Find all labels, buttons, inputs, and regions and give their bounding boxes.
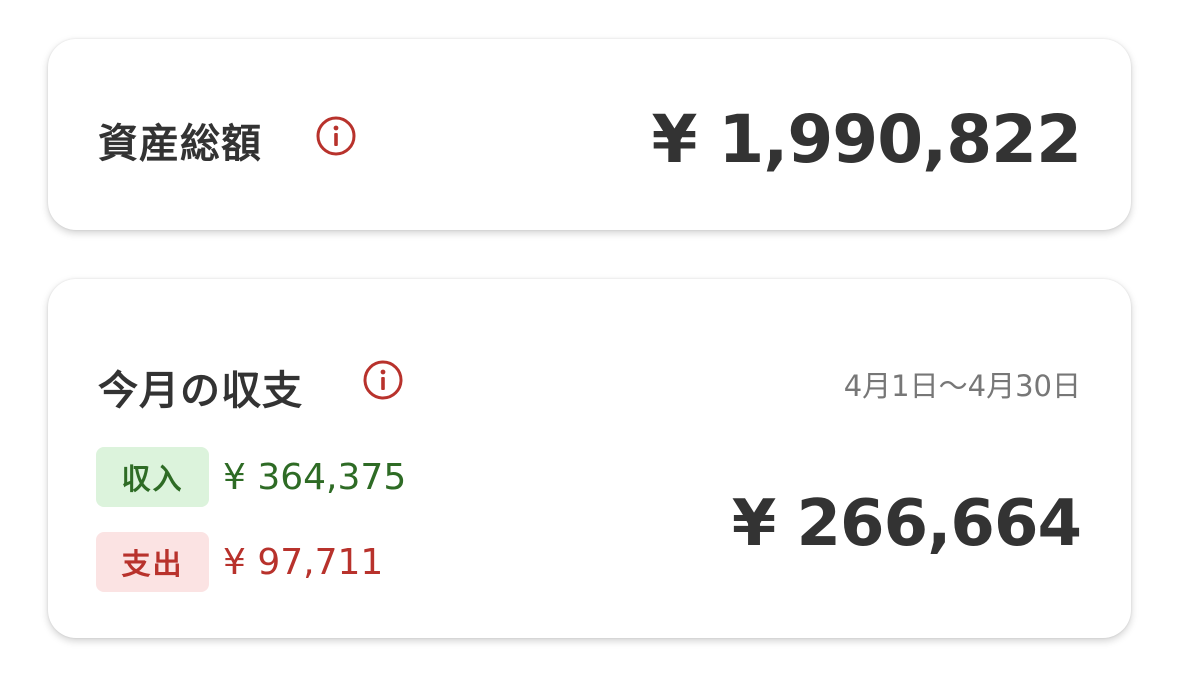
income-amount: ¥ 364,375: [223, 456, 407, 498]
income-row: 収入 ¥ 364,375: [96, 447, 406, 507]
period-range: 4月1日〜4月30日: [843, 369, 1081, 403]
expense-row: 支出 ¥ 97,711: [96, 532, 383, 592]
monthly-balance-card[interactable]: 今月の収支 4月1日〜4月30日 収入 ¥ 364,375 支出 ¥ 97,71…: [48, 279, 1131, 638]
total-assets-amount: ¥ 1,990,822: [651, 101, 1082, 178]
info-circle-icon[interactable]: [315, 115, 357, 157]
total-assets-card[interactable]: 資産総額 ¥ 1,990,822: [48, 39, 1131, 230]
expense-amount: ¥ 97,711: [223, 541, 384, 583]
info-circle-icon[interactable]: [362, 359, 404, 401]
total-assets-title: 資産総額: [98, 121, 262, 167]
monthly-balance-amount: ¥ 266,664: [731, 487, 1082, 561]
expense-badge: 支出: [96, 532, 209, 592]
monthly-balance-title: 今月の収支: [98, 368, 303, 414]
income-badge: 収入: [96, 447, 209, 507]
